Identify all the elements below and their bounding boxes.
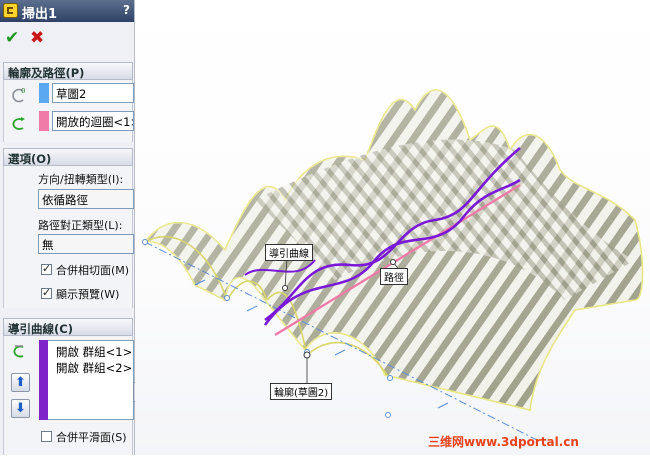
path-color-swatch [39, 111, 49, 131]
axis-tick [437, 402, 449, 409]
section-header-profile-path[interactable]: 輪廓及路徑(P) [3, 62, 133, 80]
section-header-options[interactable]: 選項(O) [3, 148, 133, 166]
show-preview-label: 顯示預覽(W) [56, 288, 120, 301]
profile-color-swatch [39, 83, 49, 103]
sweep-preview-surface [142, 89, 644, 441]
move-up-button[interactable]: ⬆ [11, 373, 30, 392]
path-callout: 路徑 [380, 268, 408, 285]
path-icon [12, 117, 25, 130]
axis-tick [334, 349, 346, 356]
orientation-label: 方向/扭轉類型(I): [38, 173, 124, 186]
sweep-feature-icon [3, 3, 18, 18]
surface-shading [145, 89, 643, 410]
merge-smooth-label: 合併平滑面(S) [56, 431, 127, 444]
move-down-button[interactable]: ⬇ [11, 399, 30, 418]
check-mark-icon: ✓ [42, 286, 52, 299]
section-title: 輪廓及路徑(P) [8, 66, 85, 80]
help-icon[interactable]: ? [123, 3, 130, 17]
ok-checkmark-icon[interactable]: ✔ [5, 28, 19, 48]
list-item[interactable]: 開啟 群組<2> [56, 360, 132, 376]
guide-curves-list[interactable]: 開啟 群組<1> 開啟 群組<2> [48, 340, 134, 420]
section-body-options: 方向/扭轉類型(I): 依循路徑 路徑對正類型(L): 無 ✓ 合併相切面(M)… [3, 166, 134, 308]
svg-text:0: 0 [21, 87, 25, 95]
graphics-viewport[interactable]: 導引曲線 路徑 輪廓(草圖2) [135, 0, 650, 455]
callout-anchor [390, 259, 396, 265]
path-align-label: 路徑對正類型(L): [38, 219, 123, 232]
section-body-profile-path: 0 草圖2 開放的迴圈<1> [3, 80, 134, 142]
merge-smooth-checkbox[interactable] [41, 431, 52, 442]
callout-anchor [303, 351, 311, 359]
property-manager: 掃出1 ? ✔ ✖ 輪廓及路徑(P) 0 草圖2 開放的迴圈<1> 選項(O) … [0, 0, 135, 455]
profile-selection-field[interactable]: 草圖2 [52, 83, 134, 103]
axis-node [142, 239, 148, 245]
watermark-text: 三维网www.3dportal.cn [428, 435, 579, 449]
path-selection-field[interactable]: 開放的迴圈<1> [52, 111, 134, 131]
axis-node [224, 295, 230, 301]
feature-title: 掃出1 [22, 7, 58, 22]
axis-tick [246, 305, 258, 312]
axis-node [387, 375, 393, 381]
section-header-guide-curves[interactable]: 導引曲線(C) [3, 318, 133, 336]
profile-icon: 0 [12, 87, 25, 103]
guide-curve-callout: 導引曲線 [265, 244, 313, 261]
callout-anchor [282, 285, 288, 291]
profile-callout: 輪廓(草圖2) [270, 383, 333, 400]
path-align-dropdown[interactable]: 無 [38, 234, 134, 254]
section-body-guide-curves: 開啟 群組<1> 開啟 群組<2> ⬆ ⬇ 合併平滑面(S) [3, 336, 134, 455]
section-title: 選項(O) [8, 152, 52, 166]
guide-curve-icon [13, 345, 24, 358]
orientation-dropdown[interactable]: 依循路徑 [38, 189, 134, 209]
cancel-x-icon[interactable]: ✖ [30, 28, 44, 48]
section-title: 導引曲線(C) [8, 322, 73, 336]
show-preview-checkbox[interactable]: ✓ [41, 286, 52, 299]
merge-tangent-checkbox[interactable]: ✓ [41, 262, 52, 275]
confirm-row: ✔ ✖ [0, 24, 134, 54]
list-item[interactable]: 開啟 群組<1> [56, 344, 132, 360]
check-mark-icon: ✓ [42, 262, 52, 275]
merge-tangent-label: 合併相切面(M) [56, 264, 130, 277]
title-bar: 掃出1 ? [0, 0, 134, 22]
axis-node [385, 412, 391, 418]
